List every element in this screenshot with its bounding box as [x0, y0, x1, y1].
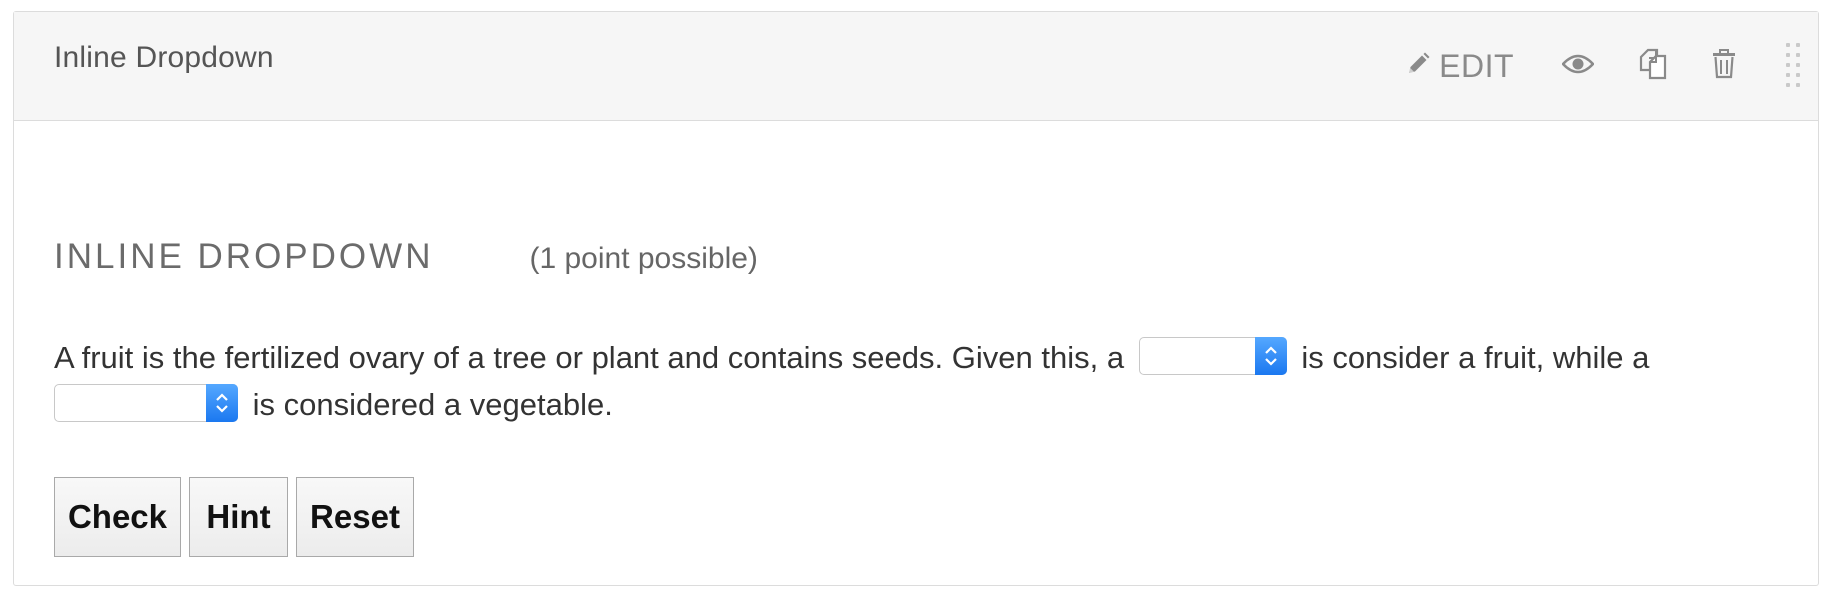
- select-arrows-icon: [1254, 336, 1287, 375]
- reset-button[interactable]: Reset: [296, 477, 414, 557]
- component-title: Inline Dropdown: [54, 41, 274, 74]
- edit-label: EDIT: [1439, 47, 1514, 84]
- duplicate-button[interactable]: [1638, 48, 1668, 85]
- question-text: A fruit is the fertilized ovary of a tre…: [54, 334, 1794, 428]
- question-text-part-1: A fruit is the fertilized ovary of a tre…: [54, 340, 1125, 375]
- question-text-part-2: is consider a fruit, while a: [1301, 340, 1650, 375]
- component-header: Inline Dropdown EDIT: [14, 12, 1818, 121]
- delete-button[interactable]: [1712, 48, 1736, 84]
- select-arrows-icon: [206, 383, 238, 422]
- hint-button[interactable]: Hint: [189, 477, 288, 557]
- duplicate-icon: [1638, 48, 1668, 85]
- check-button[interactable]: Check: [54, 477, 181, 557]
- problem-header: INLINE DROPDOWN (1 point possible): [54, 237, 758, 277]
- drag-handle-icon[interactable]: [1786, 43, 1800, 89]
- pencil-icon: [1405, 51, 1431, 82]
- question-text-part-3: is considered a vegetable.: [252, 387, 613, 422]
- problem-title: INLINE DROPDOWN: [54, 237, 434, 276]
- fruit-dropdown[interactable]: [1138, 336, 1287, 375]
- edit-button[interactable]: EDIT: [1405, 48, 1514, 85]
- eye-icon: [1561, 53, 1595, 80]
- preview-button[interactable]: [1561, 53, 1595, 80]
- component-actions: EDIT: [1405, 12, 1800, 120]
- problem-component: Inline Dropdown EDIT INLINE DROPDOWN (1 …: [13, 11, 1819, 586]
- vegetable-dropdown[interactable]: [54, 383, 238, 422]
- problem-points: (1 point possible): [529, 242, 758, 275]
- trash-icon: [1712, 48, 1736, 84]
- problem-actions: Check Hint Reset: [54, 477, 422, 557]
